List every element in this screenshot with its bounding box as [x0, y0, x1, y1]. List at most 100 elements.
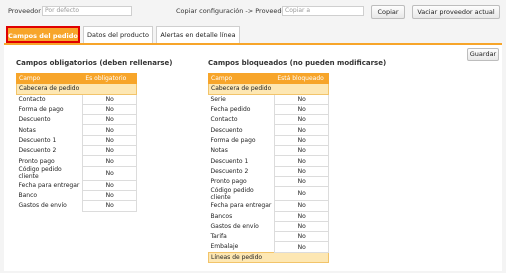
field-name: Fecha pedido	[210, 106, 251, 114]
col-campo-header: Campo	[15, 72, 84, 85]
table-row: Descuento 2 No	[17, 145, 137, 157]
field-value-select[interactable]: No	[82, 145, 137, 157]
field-value-select[interactable]: No	[82, 103, 137, 116]
field-name: Banco	[18, 192, 38, 200]
field-name: Tarifa	[210, 233, 227, 241]
col-obligatorio-header: Es obligatorio	[82, 72, 137, 85]
tab-campos-del-pedido[interactable]: Campos del pedido	[6, 26, 80, 43]
field-value-select[interactable]: No	[82, 165, 137, 181]
copiar-a-input[interactable]: Copiar a	[282, 6, 364, 16]
field-name: Descuento 1	[18, 136, 57, 144]
field-name: Gastos de envío	[18, 202, 67, 210]
table-row: Fecha para entregar No	[209, 200, 329, 212]
right-section-title: Campos bloqueados (no pueden modificarse…	[208, 59, 387, 67]
copiar-button[interactable]: Copiar	[371, 5, 405, 19]
table-row: Contacto No	[209, 114, 329, 126]
field-name: Contacto	[18, 95, 46, 103]
field-value-select[interactable]: No	[274, 165, 329, 177]
table-row: Fecha para entregar No	[17, 179, 137, 191]
table-row: Pronto pago No	[17, 155, 137, 167]
tab-alertas-detalle-linea[interactable]: Alertas en detalle línea	[156, 26, 240, 43]
field-name: Código pedido cliente	[18, 166, 62, 181]
field-name: Descuento	[18, 116, 51, 124]
table-row: Notas No	[17, 124, 137, 136]
guardar-button[interactable]: Guardar	[467, 48, 499, 61]
field-value-select[interactable]: No	[274, 93, 329, 105]
field-name: Código pedido cliente	[210, 186, 254, 201]
field-value-select[interactable]: No	[274, 231, 329, 243]
table-row: Código pedido cliente No	[209, 186, 329, 202]
field-value-select[interactable]: No	[82, 134, 137, 147]
field-name: Gastos de envío	[210, 223, 259, 230]
table-row: Forma de pago No	[209, 134, 329, 147]
field-name: Bancos	[210, 212, 233, 220]
field-name: Notas	[210, 147, 228, 155]
field-value-select[interactable]: No	[274, 200, 329, 212]
table-row: Bancos No	[209, 210, 329, 222]
campos-panel: Guardar Campos obligatorios (deben relle…	[4, 43, 502, 271]
table-row: Embalaje No	[209, 241, 329, 253]
field-name: Fecha para entregar	[18, 181, 80, 189]
field-name: Forma de pago	[18, 106, 64, 114]
bloqueados-table: Campo Está bloqueado Cabecera de pedido …	[207, 72, 329, 264]
field-name: Descuento	[210, 126, 243, 134]
field-value-select[interactable]: No	[274, 155, 329, 167]
table-row: Descuento 1 No	[17, 134, 137, 147]
field-value-select[interactable]: No	[82, 189, 137, 202]
table-row: Gastos de envío No	[17, 200, 137, 212]
table-row: Tarifa No	[209, 231, 329, 243]
field-value-select[interactable]: No	[274, 103, 329, 116]
proveedor-label: Proveedor	[8, 7, 41, 15]
table-row: Notas No	[209, 145, 329, 157]
field-value-select[interactable]: No	[82, 179, 137, 191]
field-name: Serie	[210, 95, 226, 103]
col-bloqueado-header: Está bloqueado	[274, 72, 329, 85]
proveedor-input[interactable]: Por defecto	[42, 6, 132, 16]
field-name: Descuento 1	[210, 157, 249, 165]
field-value-select[interactable]: No	[274, 186, 329, 202]
table-row: Pronto pago No	[209, 175, 329, 188]
field-value-select[interactable]: No	[274, 175, 329, 188]
top-toolbar: Proveedor Por defecto Copiar configuraci…	[0, 0, 506, 24]
table-row: Banco No	[17, 189, 137, 202]
field-name: Descuento 2	[18, 147, 57, 155]
tab-bar: Campos del pedido Datos del producto Ale…	[4, 26, 502, 44]
field-value-select[interactable]: No	[82, 155, 137, 167]
left-section-title: Campos obligatorios (deben rellenarse)	[16, 59, 173, 67]
field-value-select[interactable]: No	[82, 124, 137, 136]
table-row: Fecha pedido No	[209, 103, 329, 116]
field-value-select[interactable]: No	[82, 93, 137, 105]
field-value-select[interactable]: No	[82, 200, 137, 212]
field-name: Descuento 2	[210, 167, 249, 175]
col-campo-header: Campo	[207, 72, 276, 85]
field-name: Pronto pago	[210, 178, 247, 186]
vaciar-proveedor-button[interactable]: Vaciar proveedor actual	[412, 5, 500, 19]
field-name: Notas	[18, 126, 36, 134]
table-row: Descuento 2 No	[209, 165, 329, 177]
table-row: Gastos de envío No	[209, 220, 329, 233]
obligatorios-table: Campo Es obligatorio Cabecera de pedido …	[15, 72, 137, 212]
table-row: Descuento No	[17, 114, 137, 126]
field-value-select[interactable]: No	[274, 220, 329, 233]
copiar-config-label: Copiar configuración -> Proveedor:	[176, 7, 291, 15]
lineas-pedido-row: Líneas de pedido	[208, 251, 329, 264]
field-value-select[interactable]: No	[274, 114, 329, 126]
tab-datos-del-producto[interactable]: Datos del producto	[83, 26, 153, 43]
cabecera-row: Cabecera de pedido	[208, 83, 329, 95]
table-row: Descuento 1 No	[209, 155, 329, 167]
table-row: Contacto No	[17, 93, 137, 105]
table-row: Descuento No	[209, 124, 329, 136]
table-row: Forma de pago No	[17, 103, 137, 116]
table-row: Código pedido cliente No	[17, 165, 137, 181]
field-value-select[interactable]: No	[274, 210, 329, 222]
table-row: Serie No	[209, 93, 329, 105]
field-value-select[interactable]: No	[82, 114, 137, 126]
field-value-select[interactable]: No	[274, 134, 329, 147]
field-value-select[interactable]: No	[274, 241, 329, 253]
field-name: Contacto	[210, 116, 238, 124]
field-name: Forma de pago	[210, 136, 256, 144]
field-name: Fecha para entregar	[210, 202, 272, 210]
field-value-select[interactable]: No	[274, 124, 329, 136]
field-name: Pronto pago	[18, 157, 55, 165]
field-value-select[interactable]: No	[274, 145, 329, 157]
